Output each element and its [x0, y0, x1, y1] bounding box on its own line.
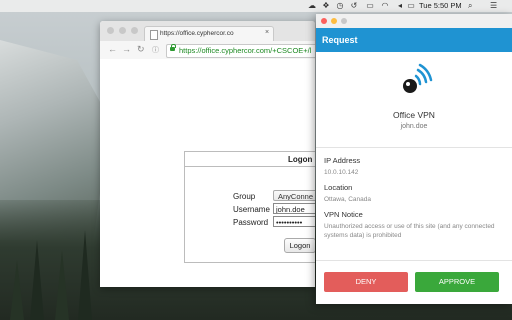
tab-title: https://office.cyphercor.co	[160, 30, 234, 37]
dropbox-icon[interactable]: ❖	[322, 2, 330, 10]
app-name: Office VPN	[393, 110, 435, 120]
tab-close-icon[interactable]: ×	[265, 29, 269, 36]
minimize-window-button[interactable]	[331, 18, 337, 24]
spotlight-icon[interactable]: ⌕	[468, 2, 472, 10]
forward-icon[interactable]: →	[122, 45, 131, 54]
address-bar[interactable]: https://office.cyphercor.com/+CSCOE+/l	[166, 44, 315, 58]
battery-icon[interactable]: ▭	[405, 2, 417, 10]
lock-icon	[170, 44, 176, 51]
username-field[interactable]: john.doe	[273, 203, 315, 214]
request-header: Request	[316, 28, 512, 52]
close-window-button[interactable]	[107, 27, 114, 34]
airplay-icon[interactable]: ▭	[366, 2, 374, 10]
address-text: https://office.cyphercor.com/+CSCOE+/l	[179, 46, 312, 55]
cloud-icon[interactable]: ☁	[308, 2, 316, 10]
browser-window: https://office.cyphercor.co × ← → ↻ ⓘ ht…	[100, 21, 315, 287]
location-label: Location	[324, 183, 353, 192]
page-icon	[150, 30, 158, 40]
ip-label: IP Address	[324, 156, 361, 165]
reload-icon[interactable]: ↻	[137, 45, 145, 54]
browser-toolbar: ← → ↻ ⓘ https://office.cyphercor.com/+CS…	[100, 41, 315, 60]
divider	[316, 260, 512, 261]
logon-header: Logon	[185, 152, 315, 167]
approve-button[interactable]: APPROVE	[415, 272, 499, 292]
notice-label: VPN Notice	[324, 210, 363, 219]
clock-icon[interactable]: ◷	[336, 2, 344, 10]
request-panel: Request Office VPN john.doe IP Address 1…	[316, 14, 512, 304]
zoom-window-button[interactable]	[341, 18, 347, 24]
volume-icon[interactable]: ◂	[396, 2, 404, 10]
notification-list-icon[interactable]: ☰	[490, 2, 497, 10]
time-machine-icon[interactable]: ↺	[350, 2, 358, 10]
password-field[interactable]: ••••••••••	[273, 216, 315, 227]
request-user: john.doe	[400, 123, 428, 130]
panel-titlebar	[316, 14, 512, 28]
wifi-icon[interactable]: ◠	[381, 2, 389, 10]
back-icon[interactable]: ←	[108, 45, 117, 54]
request-title: Request	[322, 35, 358, 45]
vpn-logo-icon	[403, 63, 433, 93]
minimize-window-button[interactable]	[119, 27, 126, 34]
zoom-window-button[interactable]	[131, 27, 138, 34]
info-icon[interactable]: ⓘ	[152, 46, 159, 55]
menu-clock[interactable]: Tue 5:50 PM	[419, 2, 462, 10]
username-label: Username	[233, 205, 270, 214]
logon-title: Logon	[288, 155, 313, 164]
menu-bar: ☁ ❖ ◷ ↺ ▭ ◠ ◂ ▭ Tue 5:50 PM ⌕ ☰	[0, 0, 512, 12]
logon-form: Logon Group AnyConne Username john.doe P…	[184, 151, 315, 263]
location-value: Ottawa, Canada	[324, 196, 371, 203]
browser-tab-bar: https://office.cyphercor.co ×	[100, 21, 315, 42]
password-label: Password	[233, 218, 269, 227]
browser-content: Logon Group AnyConne Username john.doe P…	[100, 59, 315, 287]
browser-tab[interactable]: https://office.cyphercor.co ×	[144, 26, 274, 42]
divider	[316, 147, 512, 148]
deny-button[interactable]: DENY	[324, 272, 408, 292]
group-select[interactable]: AnyConne	[273, 190, 315, 201]
logon-button[interactable]: Logon	[284, 238, 315, 253]
close-window-button[interactable]	[321, 18, 327, 24]
ip-value: 10.0.10.142	[324, 169, 359, 176]
group-label: Group	[233, 192, 256, 201]
notice-value: Unauthorized access or use of this site …	[324, 223, 495, 239]
